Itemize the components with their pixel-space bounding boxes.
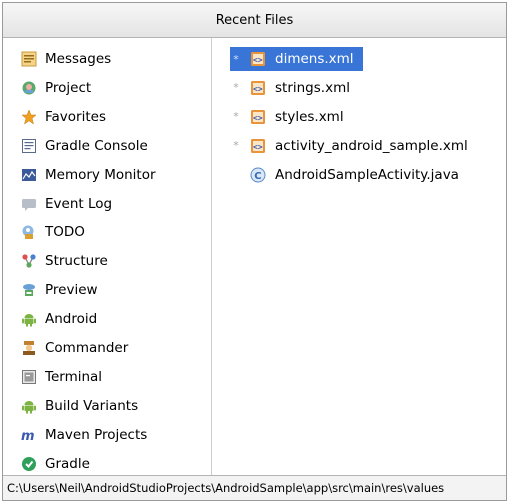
tool-window-item[interactable]: Project: [21, 76, 91, 100]
recent-file-item[interactable]: * <> styles.xml: [230, 105, 347, 129]
tool-window-item[interactable]: Commander: [21, 336, 128, 360]
project-icon: [21, 80, 37, 96]
star-icon: [21, 109, 37, 125]
recent-file-label: strings.xml: [275, 79, 350, 96]
tool-window-label: Structure: [45, 253, 108, 270]
svg-text:<>: <>: [253, 56, 263, 65]
recent-file-item[interactable]: * <> activity_android_sample.xml: [230, 134, 471, 158]
tool-window-item[interactable]: Event Log: [21, 192, 112, 216]
recent-file-item[interactable]: C AndroidSampleActivity.java: [230, 163, 462, 187]
tool-window-label: TODO: [45, 224, 85, 241]
recent-file-label: activity_android_sample.xml: [275, 137, 468, 154]
recent-files-list: * <> dimens.xml * <> strings.xml * <> styles.xml…: [212, 38, 506, 476]
tool-window-label: Project: [45, 79, 92, 96]
recent-file-label: dimens.xml: [275, 51, 354, 67]
android-icon: [21, 398, 37, 414]
recent-file-label: AndroidSampleActivity.java: [275, 166, 459, 183]
tool-window-label: Build Variants: [45, 397, 139, 414]
console-icon: [21, 138, 37, 154]
svg-text:<>: <>: [253, 84, 263, 93]
tool-window-label: Gradle: [45, 455, 90, 472]
messages-icon: [21, 51, 37, 67]
xml-file-icon: <>: [250, 138, 266, 154]
tool-window-item[interactable]: Favorites: [21, 105, 106, 129]
tool-window-label: Favorites: [45, 108, 106, 125]
tool-window-label: Memory Monitor: [45, 166, 156, 183]
tool-windows-list: Messages Project Favorites Gradle Console Me…: [3, 38, 212, 476]
todo-icon: [21, 224, 37, 240]
file-path-status-bar: C:\Users\Neil\AndroidStudioProjects\Andr…: [3, 475, 506, 500]
xml-file-icon: <>: [250, 109, 266, 125]
svg-text:<>: <>: [253, 113, 263, 122]
tool-window-item[interactable]: Terminal: [21, 365, 102, 389]
preview-icon: [21, 282, 37, 298]
file-path-label: C:\Users\Neil\AndroidStudioProjects\Andr…: [7, 481, 445, 495]
tool-window-label: Commander: [45, 340, 129, 356]
popup-title-bar: Recent Files: [3, 3, 506, 38]
tool-window-item[interactable]: Memory Monitor: [21, 163, 156, 187]
java-class-icon: C: [250, 167, 266, 183]
memory-monitor-icon: [21, 167, 37, 183]
tool-window-item[interactable]: Structure: [21, 249, 108, 273]
modified-marker: *: [233, 52, 239, 66]
modified-marker: *: [233, 110, 239, 124]
tool-window-item[interactable]: Gradle: [21, 452, 90, 476]
tool-window-item[interactable]: Preview: [21, 278, 98, 302]
tool-window-label: Preview: [45, 282, 98, 299]
tool-window-item[interactable]: Android: [21, 307, 97, 331]
terminal-icon: [21, 369, 37, 385]
tool-window-label: Maven Projects: [45, 426, 148, 443]
modified-marker: *: [233, 81, 239, 95]
tool-window-label: Messages: [45, 51, 112, 67]
tool-window-label: Terminal: [45, 368, 103, 385]
popup-title: Recent Files: [215, 12, 294, 28]
tool-window-item[interactable]: Messages: [21, 47, 111, 71]
xml-file-icon: <>: [250, 51, 266, 67]
android-icon: [21, 311, 37, 327]
recent-file-item[interactable]: * <> strings.xml: [230, 76, 353, 100]
xml-file-icon: <>: [250, 80, 266, 96]
modified-marker: *: [233, 139, 239, 153]
recent-file-item[interactable]: * <> dimens.xml: [230, 47, 363, 71]
tool-window-item[interactable]: TODO: [21, 220, 85, 244]
svg-text:C: C: [254, 170, 261, 181]
event-log-icon: [21, 196, 37, 212]
tool-window-item[interactable]: Build Variants: [21, 394, 138, 418]
tool-window-label: Android: [45, 311, 98, 328]
commander-icon: [21, 340, 37, 356]
structure-icon: [21, 253, 37, 269]
gradle-icon: [21, 456, 37, 472]
recent-file-label: styles.xml: [275, 108, 344, 125]
tool-window-label: Gradle Console: [45, 137, 148, 154]
svg-text:m: m: [21, 429, 35, 443]
recent-files-popup: Recent Files Messages Project Favorites Gra…: [2, 2, 507, 501]
tool-window-item[interactable]: Gradle Console: [21, 134, 148, 158]
maven-icon: m: [21, 427, 37, 444]
svg-text:<>: <>: [253, 142, 263, 151]
tool-window-label: Event Log: [45, 195, 113, 212]
tool-window-item[interactable]: m Maven Projects: [21, 423, 147, 447]
